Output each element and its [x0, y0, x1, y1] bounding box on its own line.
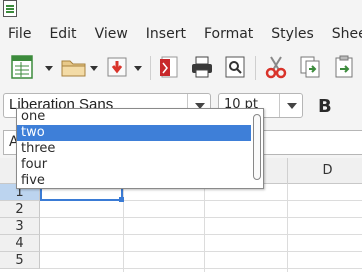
menu-view[interactable]: View	[95, 26, 128, 42]
toolbar-separator	[255, 56, 256, 80]
formula-input[interactable]	[250, 130, 362, 155]
save-icon[interactable]	[105, 55, 129, 79]
list-option-four[interactable]: four	[17, 157, 251, 173]
save-dropdown-arrow-icon[interactable]	[134, 66, 142, 71]
toolbar-separator	[150, 56, 151, 80]
column-header-d[interactable]: D	[288, 158, 362, 184]
export-pdf-icon[interactable]	[157, 55, 181, 79]
open-dropdown-arrow-icon[interactable]	[90, 66, 98, 71]
grid-line	[40, 217, 362, 218]
grid-line	[287, 184, 288, 272]
list-option-five[interactable]: five	[17, 173, 251, 189]
row-header-2[interactable]: 2	[0, 201, 40, 218]
grid-line	[40, 268, 362, 269]
font-size-dropdown-button[interactable]	[279, 94, 302, 117]
menu-edit[interactable]: Edit	[49, 26, 76, 42]
print-preview-icon[interactable]	[223, 55, 247, 79]
menu-bar: File Edit View Insert Format Styles Shee…	[0, 20, 362, 48]
copy-icon[interactable]	[298, 55, 322, 79]
paste-icon[interactable]	[332, 55, 356, 79]
grid-line	[40, 234, 362, 235]
calc-app-icon	[3, 0, 17, 17]
grid-line	[204, 184, 205, 272]
selection-list-popup: one two three four five	[16, 108, 264, 189]
fill-handle[interactable]	[119, 197, 124, 202]
menu-file[interactable]: File	[8, 26, 31, 42]
menu-sheet[interactable]: Sheet	[332, 26, 362, 42]
title-bar	[0, 0, 362, 20]
chevron-down-icon	[287, 103, 297, 109]
list-option-two[interactable]: two	[17, 125, 251, 141]
new-spreadsheet-icon[interactable]	[10, 55, 34, 79]
grid-line	[40, 251, 362, 252]
row-header-5[interactable]: 5	[0, 252, 40, 269]
print-icon[interactable]	[190, 55, 214, 79]
row-header-3[interactable]: 3	[0, 218, 40, 235]
cut-icon[interactable]	[264, 55, 288, 79]
menu-insert[interactable]: Insert	[146, 26, 186, 42]
bold-button[interactable]: B	[318, 96, 332, 117]
standard-toolbar	[0, 48, 362, 88]
list-option-three[interactable]: three	[17, 141, 251, 157]
new-dropdown-arrow-icon[interactable]	[45, 66, 53, 71]
list-option-one[interactable]: one	[17, 109, 251, 125]
menu-styles[interactable]: Styles	[271, 26, 313, 42]
list-scrollbar[interactable]	[253, 114, 261, 180]
open-folder-icon[interactable]	[60, 55, 88, 79]
row-header-4[interactable]: 4	[0, 235, 40, 252]
menu-format[interactable]: Format	[204, 26, 253, 42]
